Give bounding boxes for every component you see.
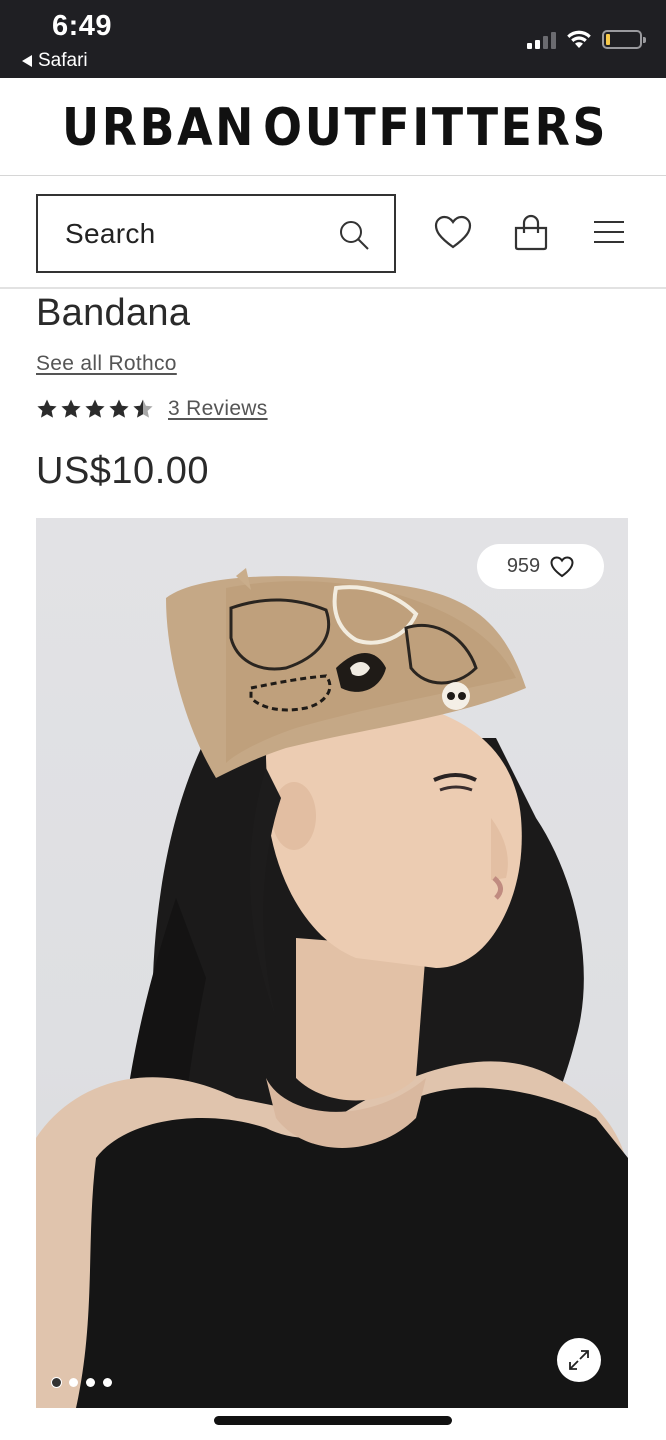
wifi-icon: [567, 30, 591, 48]
system-icons: [527, 30, 646, 49]
site-header: Search: [0, 176, 666, 289]
back-app-label: Safari: [38, 50, 88, 71]
star-icon: [109, 399, 129, 418]
like-button[interactable]: 959: [477, 544, 604, 589]
home-indicator[interactable]: [214, 1416, 452, 1425]
expand-icon: [569, 1350, 589, 1370]
gallery-pagination-dots: [52, 1378, 112, 1387]
see-all-brand-link[interactable]: See all Rothco: [36, 352, 177, 376]
shopping-bag-icon[interactable]: [512, 214, 550, 252]
search-icon[interactable]: [338, 219, 370, 251]
search-input[interactable]: Search: [36, 194, 396, 273]
gallery-dot[interactable]: [86, 1378, 95, 1387]
status-time: 6:49: [52, 10, 113, 42]
star-icon: [133, 399, 153, 418]
search-placeholder: Search: [65, 217, 156, 249]
like-count: 959: [506, 555, 541, 577]
wishlist-heart-icon[interactable]: [434, 214, 472, 252]
gallery-dot[interactable]: [103, 1378, 112, 1387]
urban-outfitters-logo[interactable]: URBAN OUTFITTERS: [62, 90, 605, 166]
battery-icon: [602, 30, 646, 49]
gallery-dot[interactable]: [52, 1378, 61, 1387]
status-bar: 6:49 Safari: [0, 0, 666, 78]
product-price: US$10.00: [36, 450, 210, 492]
heart-icon: [550, 555, 574, 577]
star-icon: [85, 399, 105, 418]
product-title: Bandana: [36, 292, 191, 334]
product-photo: [36, 568, 628, 1408]
cellular-signal-icon: [527, 31, 556, 49]
star-rating: [36, 395, 154, 423]
expand-image-button[interactable]: [557, 1338, 601, 1382]
reviews-link[interactable]: 3 Reviews: [168, 397, 268, 421]
star-icon: [61, 399, 81, 418]
gallery-dot[interactable]: [69, 1378, 78, 1387]
product-image-gallery[interactable]: 959: [36, 518, 628, 1408]
star-icon: [37, 399, 57, 418]
logo-text-right: OUTFITTERS: [263, 98, 609, 158]
back-arrow-icon: [22, 55, 32, 67]
back-to-safari[interactable]: Safari: [22, 50, 88, 72]
menu-icon[interactable]: [590, 214, 628, 252]
logo-text-left: URBAN: [61, 98, 257, 158]
